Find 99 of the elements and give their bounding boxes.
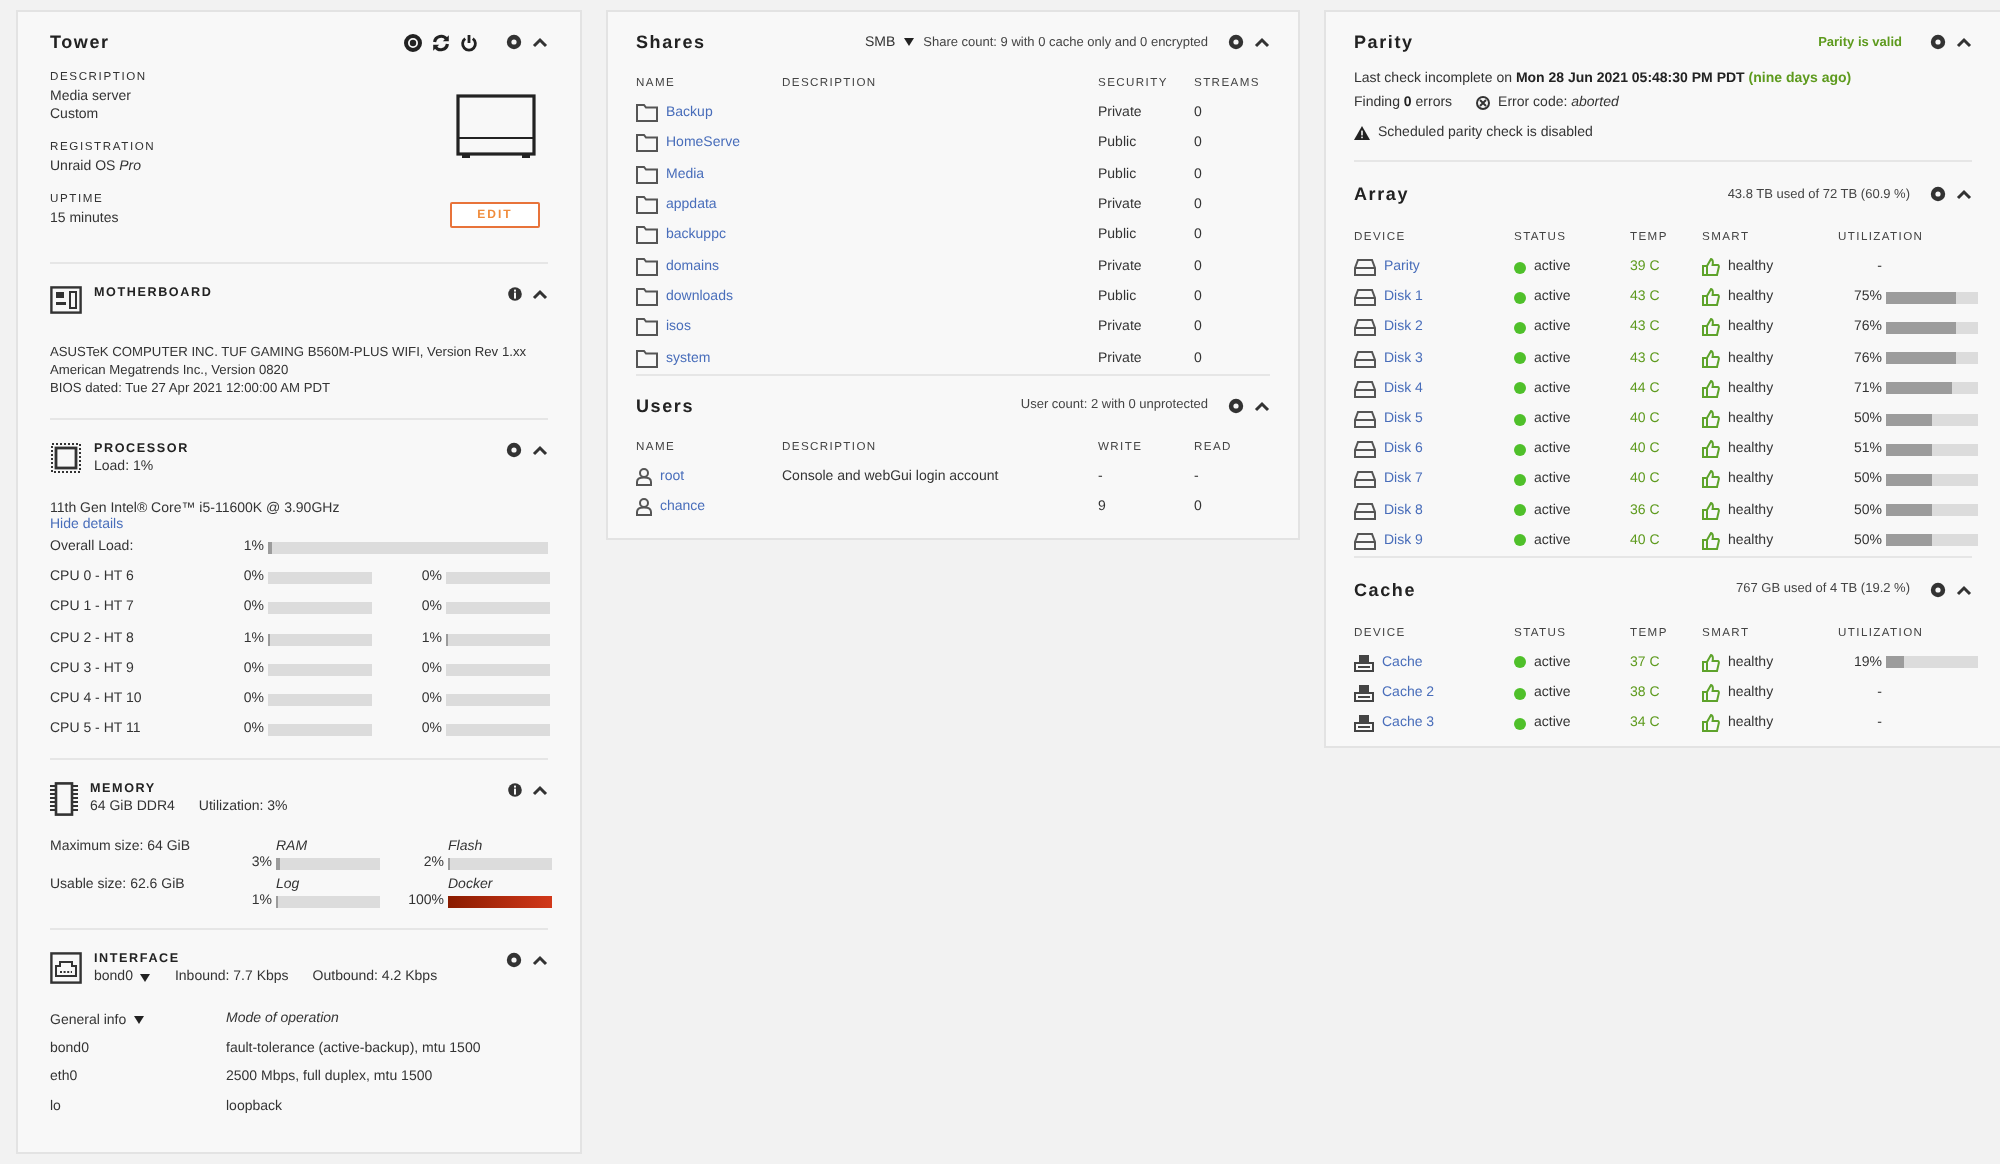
drive-icon xyxy=(1354,258,1376,277)
status-dot xyxy=(1514,473,1526,486)
settings-icon[interactable] xyxy=(1930,34,1946,50)
ssd-icon xyxy=(1354,653,1374,672)
folder-icon xyxy=(636,196,658,215)
folder-icon xyxy=(636,318,658,337)
collapse-icon[interactable] xyxy=(532,784,548,797)
user-icon xyxy=(636,467,652,486)
thumbs-up-icon xyxy=(1702,470,1720,489)
drive-icon xyxy=(1354,531,1376,550)
cpu-chip-icon xyxy=(50,442,82,474)
collapse-icon[interactable] xyxy=(1254,36,1270,48)
drive-icon xyxy=(1354,318,1376,337)
drive-icon xyxy=(1354,440,1376,459)
settings-icon[interactable] xyxy=(1228,34,1244,50)
info-icon[interactable] xyxy=(508,782,522,799)
card-title: Users xyxy=(636,395,695,416)
settings-icon[interactable] xyxy=(506,442,522,458)
thumbs-up-icon xyxy=(1702,714,1720,733)
status-dot xyxy=(1514,504,1526,517)
server-case-icon xyxy=(455,94,535,162)
status-dot xyxy=(1514,261,1526,274)
status-dot xyxy=(1514,687,1526,700)
thumbs-up-icon xyxy=(1702,501,1720,520)
thumbs-up-icon xyxy=(1702,349,1720,368)
drive-icon xyxy=(1354,349,1376,368)
drive-icon xyxy=(1354,470,1376,489)
status-dot xyxy=(1514,717,1526,730)
status-dot xyxy=(1514,534,1526,547)
usage-track xyxy=(446,724,550,737)
power-icon[interactable] xyxy=(460,33,478,51)
info-icon[interactable] xyxy=(508,286,522,302)
folder-icon xyxy=(636,104,658,123)
settings-icon[interactable] xyxy=(1930,581,1946,598)
card-title: Cache xyxy=(1354,579,1417,600)
card-title: Shares xyxy=(636,32,706,52)
card-title: Tower xyxy=(50,32,110,52)
warning-icon xyxy=(1354,126,1370,140)
usage-track xyxy=(268,572,372,585)
drive-icon xyxy=(1354,410,1376,429)
usage-track xyxy=(446,602,550,615)
usage-track xyxy=(268,602,372,615)
collapse-icon[interactable] xyxy=(532,444,548,456)
collapse-icon[interactable] xyxy=(532,954,548,967)
folder-icon xyxy=(636,287,658,306)
thumbs-up-icon xyxy=(1702,410,1720,429)
drive-icon xyxy=(1354,501,1376,520)
status-dot xyxy=(1514,656,1526,669)
usage-track xyxy=(446,693,550,706)
usage-track xyxy=(446,572,550,585)
status-dot xyxy=(1514,352,1526,365)
card-title: Array xyxy=(1354,184,1410,204)
memory-module-icon xyxy=(50,782,78,817)
settings-icon[interactable] xyxy=(506,34,522,50)
folder-icon xyxy=(636,257,658,276)
thumbs-up-icon xyxy=(1702,653,1720,672)
thumbs-up-icon xyxy=(1702,318,1720,337)
thumbs-up-icon xyxy=(1702,379,1720,398)
collapse-icon[interactable] xyxy=(1254,399,1270,412)
folder-icon xyxy=(636,349,658,368)
caret-icon xyxy=(140,973,151,982)
status-dot xyxy=(1514,382,1526,395)
status-dot xyxy=(1514,291,1526,304)
settings-icon[interactable] xyxy=(506,952,522,969)
status-dot xyxy=(1514,443,1526,456)
folder-icon xyxy=(636,165,658,184)
folder-icon xyxy=(636,134,658,153)
collapse-icon[interactable] xyxy=(1956,36,1972,48)
motherboard-icon xyxy=(50,286,82,314)
collapse-icon[interactable] xyxy=(532,36,548,48)
thumbs-up-icon xyxy=(1702,258,1720,277)
caret-icon xyxy=(134,1016,145,1025)
settings-icon[interactable] xyxy=(1228,397,1244,414)
usage-track xyxy=(446,663,550,676)
drive-icon xyxy=(1354,288,1376,307)
refresh-icon[interactable] xyxy=(432,33,450,51)
caret-icon xyxy=(903,38,914,46)
ssd-icon xyxy=(1354,684,1374,703)
collapse-icon[interactable] xyxy=(1956,583,1972,596)
drive-icon xyxy=(1354,379,1376,398)
ethernet-port-icon xyxy=(50,952,82,985)
settings-icon[interactable] xyxy=(1930,186,1946,202)
usage-track xyxy=(268,724,372,737)
thumbs-up-icon xyxy=(1702,531,1720,550)
status-dot xyxy=(1514,321,1526,334)
ssd-icon xyxy=(1354,714,1374,733)
thumbs-up-icon xyxy=(1702,288,1720,307)
cancel-icon xyxy=(1476,96,1491,110)
thumbs-up-icon xyxy=(1702,440,1720,459)
user-icon xyxy=(636,498,652,517)
card-title: Parity xyxy=(1354,32,1414,52)
thumbs-up-icon xyxy=(1702,684,1720,703)
status-dot xyxy=(1514,413,1526,426)
folder-icon xyxy=(636,226,658,245)
usage-track xyxy=(268,663,372,676)
usage-track xyxy=(268,693,372,706)
collapse-icon[interactable] xyxy=(532,288,548,300)
record-icon[interactable] xyxy=(404,33,422,51)
collapse-icon[interactable] xyxy=(1956,188,1972,200)
